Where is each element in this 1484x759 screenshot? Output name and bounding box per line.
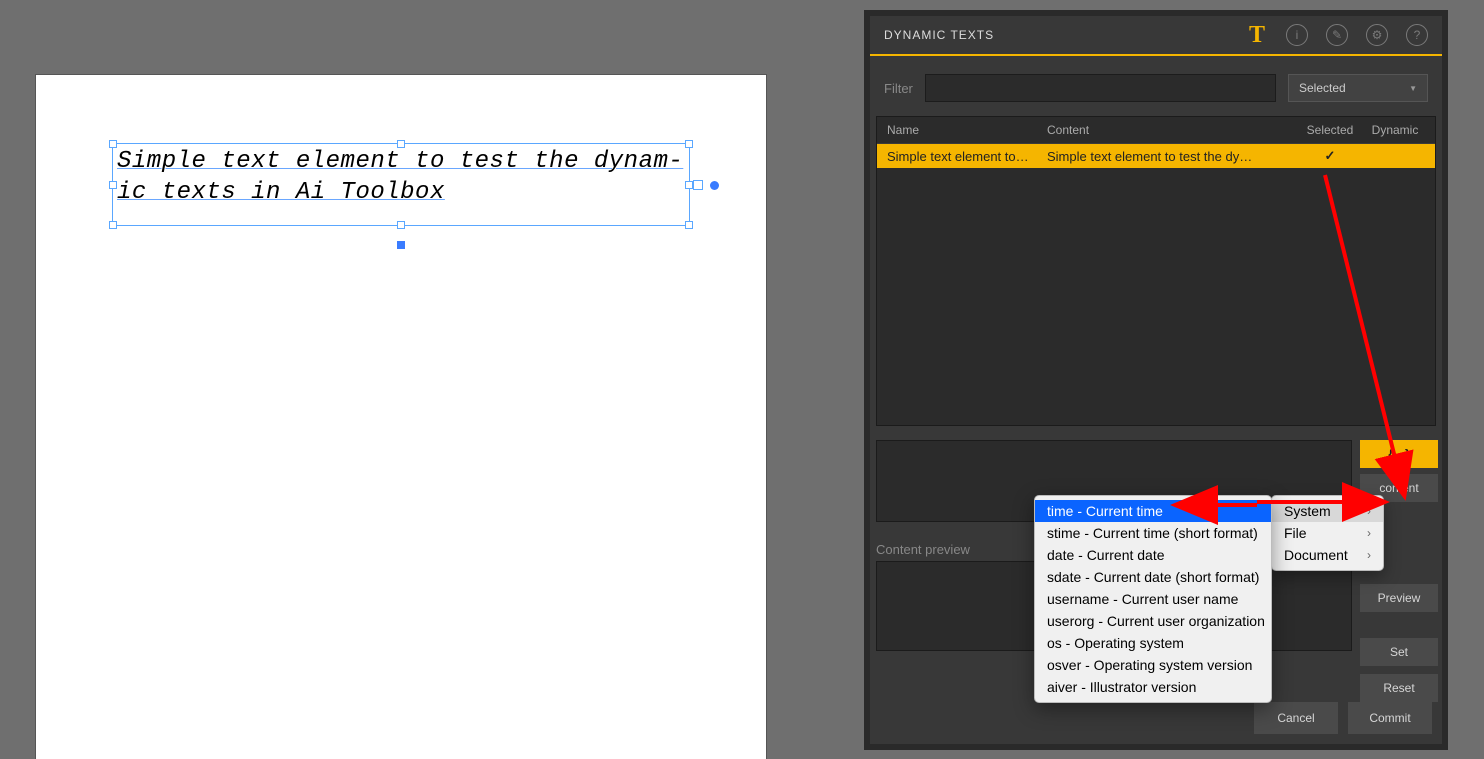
panel-title: DYNAMIC TEXTS bbox=[884, 28, 994, 42]
insert-variable-button[interactable]: {…} bbox=[1360, 440, 1438, 468]
tab-help-icon[interactable]: ? bbox=[1406, 24, 1428, 46]
menu-item-document[interactable]: Document › bbox=[1272, 544, 1383, 566]
tab-text-icon[interactable]: T bbox=[1246, 24, 1268, 46]
submenu-item-userorg[interactable]: userorg - Current user organization bbox=[1035, 610, 1271, 632]
thread-end-dot-icon bbox=[710, 181, 719, 190]
reset-button[interactable]: Reset bbox=[1360, 674, 1438, 702]
col-content: Content bbox=[1047, 123, 1295, 137]
filter-input[interactable] bbox=[925, 74, 1276, 102]
chevron-down-icon: ▼ bbox=[1409, 84, 1417, 93]
texts-table: Name Content Selected Dynamic Simple tex… bbox=[876, 116, 1436, 426]
text-out-port[interactable] bbox=[693, 180, 703, 190]
panel-header: DYNAMIC TEXTS T i ✎ ⚙ ? bbox=[870, 16, 1442, 56]
set-button[interactable]: Set bbox=[1360, 638, 1438, 666]
cancel-button[interactable]: Cancel bbox=[1254, 702, 1338, 734]
variable-category-menu: System › File › Document › bbox=[1271, 495, 1384, 571]
filter-label: Filter bbox=[884, 81, 913, 96]
handle-top-mid[interactable] bbox=[397, 140, 405, 148]
submenu-item-stime[interactable]: stime - Current time (short format) bbox=[1035, 522, 1271, 544]
table-row[interactable]: Simple text element to… Simple text elem… bbox=[877, 144, 1435, 168]
filter-row: Filter Selected ▼ bbox=[870, 56, 1442, 116]
submenu-item-sdate[interactable]: sdate - Current date (short format) bbox=[1035, 566, 1271, 588]
submenu-item-os[interactable]: os - Operating system bbox=[1035, 632, 1271, 654]
row-name: Simple text element to… bbox=[887, 149, 1047, 164]
text-frame-selection[interactable]: Simple text element to test the dynam- i… bbox=[112, 143, 690, 226]
anchor-handle-icon[interactable] bbox=[397, 241, 405, 249]
preview-button[interactable]: Preview bbox=[1360, 584, 1438, 612]
row-content: Simple text element to test the dy… bbox=[1047, 149, 1295, 164]
col-dynamic: Dynamic bbox=[1365, 123, 1425, 137]
col-name: Name bbox=[887, 123, 1047, 137]
tab-info-icon[interactable]: i bbox=[1286, 24, 1308, 46]
commit-button[interactable]: Commit bbox=[1348, 702, 1432, 734]
handle-bot-right[interactable] bbox=[685, 221, 693, 229]
menu-item-label: System bbox=[1284, 503, 1331, 519]
submenu-item-date[interactable]: date - Current date bbox=[1035, 544, 1271, 566]
filter-select[interactable]: Selected ▼ bbox=[1288, 74, 1428, 102]
menu-item-file[interactable]: File › bbox=[1272, 522, 1383, 544]
handle-mid-left[interactable] bbox=[109, 181, 117, 189]
row-selected-check-icon: ✓ bbox=[1295, 148, 1365, 164]
chevron-right-icon: › bbox=[1367, 548, 1371, 562]
artboard: Simple text element to test the dynam- i… bbox=[36, 75, 766, 759]
handle-bot-mid[interactable] bbox=[397, 221, 405, 229]
filter-select-value: Selected bbox=[1299, 81, 1346, 95]
variable-submenu: time - Current time stime - Current time… bbox=[1034, 495, 1272, 703]
handle-mid-right[interactable] bbox=[685, 181, 693, 189]
submenu-item-aiver[interactable]: aiver - Illustrator version bbox=[1035, 676, 1271, 698]
tab-tool-icon[interactable]: ✎ bbox=[1326, 24, 1348, 46]
handle-top-left[interactable] bbox=[109, 140, 117, 148]
submenu-item-username[interactable]: username - Current user name bbox=[1035, 588, 1271, 610]
submenu-item-time[interactable]: time - Current time bbox=[1035, 500, 1271, 522]
tab-settings-icon[interactable]: ⚙ bbox=[1366, 24, 1388, 46]
panel-footer: Cancel Commit bbox=[1254, 702, 1432, 734]
menu-item-label: Document bbox=[1284, 547, 1348, 563]
handle-bot-left[interactable] bbox=[109, 221, 117, 229]
menu-item-label: File bbox=[1284, 525, 1307, 541]
text-content: Simple text element to test the dynam- i… bbox=[113, 144, 689, 208]
chevron-right-icon: › bbox=[1367, 504, 1371, 518]
submenu-item-osver[interactable]: osver - Operating system version bbox=[1035, 654, 1271, 676]
table-header: Name Content Selected Dynamic bbox=[877, 117, 1435, 144]
menu-item-system[interactable]: System › bbox=[1272, 500, 1383, 522]
col-selected: Selected bbox=[1295, 123, 1365, 137]
chevron-right-icon: › bbox=[1367, 526, 1371, 540]
handle-top-right[interactable] bbox=[685, 140, 693, 148]
